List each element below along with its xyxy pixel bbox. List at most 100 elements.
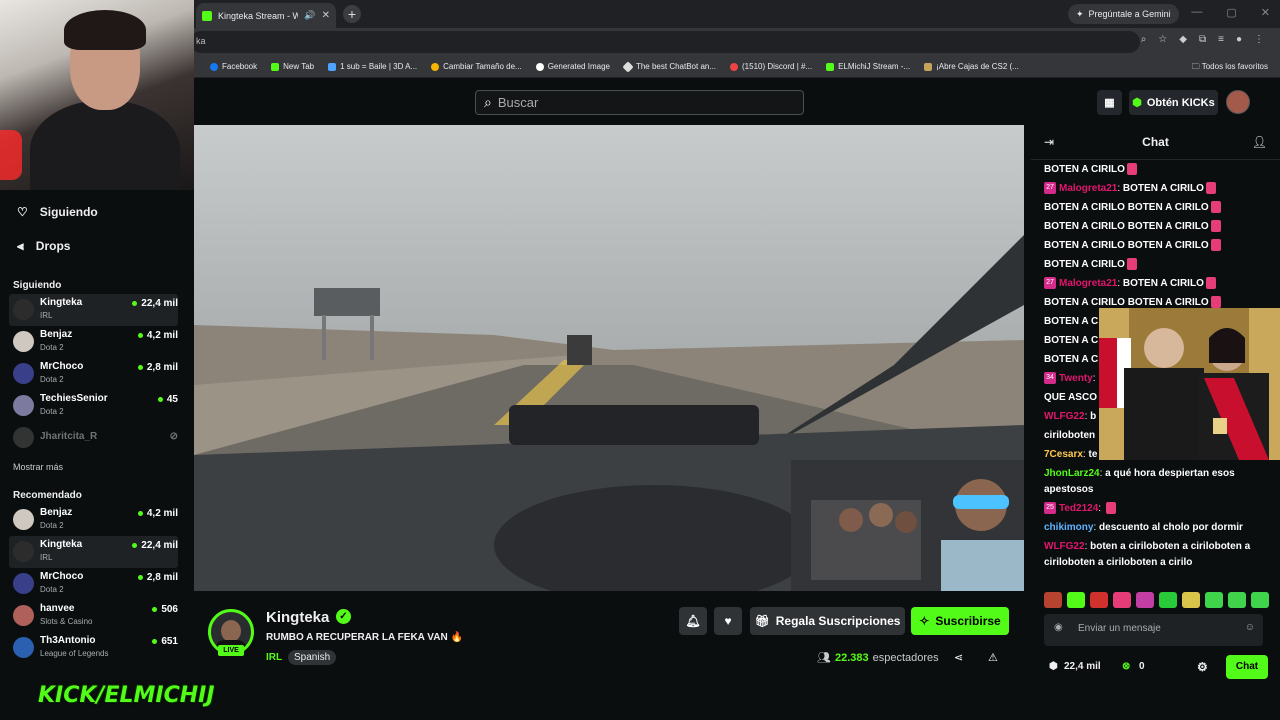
channel-item-jharitcita[interactable]: Jharitcita_R ⊘ bbox=[9, 422, 178, 454]
gemini-label: Pregúntale a Gemini bbox=[1088, 9, 1171, 19]
notifications-button[interactable]: 🔔︎ bbox=[679, 607, 707, 635]
browse-button[interactable]: ▦ bbox=[1097, 90, 1122, 115]
emote-icon[interactable] bbox=[1044, 592, 1062, 608]
emote-icon bbox=[1210, 201, 1221, 214]
viewer-count: 651 bbox=[152, 636, 178, 647]
channel-category: Dota 2 bbox=[40, 407, 64, 416]
category-link[interactable]: IRL bbox=[266, 652, 282, 663]
channel-item-techiessenior[interactable]: TechiesSenior Dota 2 45 bbox=[9, 390, 178, 422]
emote-icon[interactable] bbox=[1182, 592, 1200, 608]
chat-username[interactable]: Twenty bbox=[1059, 373, 1093, 384]
sub-badge: 34 bbox=[1044, 372, 1056, 385]
chat-username[interactable]: Malogreta21 bbox=[1059, 278, 1117, 289]
channel-name: hanvee bbox=[40, 603, 75, 614]
bookmark-icon bbox=[328, 62, 337, 71]
emote-icon[interactable] bbox=[1136, 592, 1154, 608]
settings-icon[interactable]: ⚙ bbox=[1197, 660, 1208, 674]
emote-icon[interactable] bbox=[1251, 592, 1269, 608]
rec-item-hanvee[interactable]: hanvee Slots & Casino 506 bbox=[9, 600, 178, 632]
zoom-icon[interactable]: ⌕ bbox=[1141, 34, 1147, 45]
chat-username[interactable]: Malogreta21 bbox=[1059, 183, 1117, 194]
chat-username[interactable]: JhonLarz24 bbox=[1044, 468, 1100, 479]
get-kicks-label: Obtén KICKs bbox=[1146, 96, 1215, 109]
show-more-link[interactable]: Mostrar más bbox=[0, 462, 194, 472]
subscribe-label: Suscribirse bbox=[935, 614, 1001, 628]
rec-item-benjaz[interactable]: Benjaz Dota 2 4,2 mil bbox=[9, 504, 178, 536]
new-tab-button[interactable]: + bbox=[343, 5, 361, 23]
sidebar-following-link[interactable]: ♡ Siguiendo bbox=[0, 195, 194, 229]
menu-icon[interactable]: ⋮ bbox=[1254, 34, 1264, 45]
emote-icon[interactable] bbox=[1205, 592, 1223, 608]
close-tab-icon[interactable]: ✕ bbox=[322, 10, 330, 21]
gift-subs-button[interactable]: 🎁︎ Regala Suscripciones bbox=[750, 607, 905, 635]
chat-text: BOTEN A CIRILO bbox=[1122, 278, 1204, 289]
channel-item-mrchoco[interactable]: MrChoco Dota 2 2,8 mil bbox=[9, 358, 178, 390]
report-icon[interactable]: ⚠ bbox=[988, 651, 998, 664]
avatar bbox=[13, 331, 34, 352]
chat-message: BOTEN A CIRILO BOTEN A CIRILO bbox=[1044, 238, 1268, 254]
chat-users-icon[interactable]: 👤︎ bbox=[1252, 135, 1267, 149]
chat-username[interactable]: 7Cesarx bbox=[1044, 449, 1083, 460]
share-icon[interactable]: ⋖ bbox=[954, 651, 963, 664]
bookmark-chatbot[interactable]: The best ChatBot an... bbox=[622, 60, 716, 73]
chat-username[interactable]: WLFG22 bbox=[1044, 541, 1085, 552]
channel-name[interactable]: Kingteka bbox=[266, 609, 329, 626]
rec-item-mrchoco[interactable]: MrChoco Dota 2 2,8 mil bbox=[9, 568, 178, 600]
media-icon[interactable]: ≡ bbox=[1218, 34, 1224, 45]
bookmark-generated-image[interactable]: Generated Image bbox=[535, 62, 610, 71]
all-bookmarks[interactable]: 🗀 Todos los favoritos bbox=[1192, 61, 1268, 75]
puzzle-icon[interactable]: ⧉ bbox=[1199, 34, 1206, 45]
emote-icon[interactable] bbox=[1113, 592, 1131, 608]
gemini-button[interactable]: ✦ Pregúntale a Gemini bbox=[1068, 4, 1179, 24]
viewer-count: 22,4 mil bbox=[132, 540, 178, 551]
emote-icon[interactable] bbox=[1090, 592, 1108, 608]
bookmark-sub-baile[interactable]: 1 sub = Baile | 3D A... bbox=[328, 62, 417, 71]
star-icon[interactable]: ☆ bbox=[1158, 34, 1167, 45]
chat-text: te bbox=[1088, 449, 1098, 460]
subscribe-button[interactable]: ✧ Suscribirse bbox=[911, 607, 1009, 635]
bookmark-cambiar-tamano[interactable]: Cambiar Tamaño de... bbox=[431, 62, 522, 71]
live-dot-icon bbox=[132, 543, 138, 548]
offline-icon: ⊘ bbox=[169, 431, 178, 442]
bookmark-icon bbox=[622, 60, 634, 73]
emote-icon[interactable] bbox=[1228, 592, 1246, 608]
user-avatar[interactable] bbox=[1226, 90, 1250, 114]
rec-item-kingteka[interactable]: Kingteka IRL 22,4 mil bbox=[9, 536, 178, 568]
search-input[interactable]: ⌕ Buscar bbox=[475, 90, 804, 115]
bookmark-facebook[interactable]: Facebook bbox=[210, 62, 257, 71]
browser-tab[interactable]: Kingteka Stream - Watch Li... 🔊 ✕ bbox=[196, 3, 336, 28]
bookmark-new-tab[interactable]: New Tab bbox=[271, 62, 314, 71]
emoji-icon[interactable]: ☺ bbox=[1245, 622, 1255, 633]
minimize-icon[interactable]: — bbox=[1191, 6, 1202, 19]
chat-username[interactable]: chikimony bbox=[1044, 522, 1093, 533]
bookmark-discord[interactable]: (1510) Discord | #... bbox=[730, 62, 812, 71]
gift-subs-label: Regala Suscripciones bbox=[775, 614, 901, 628]
url-field[interactable]: ka bbox=[190, 31, 1140, 53]
get-kicks-button[interactable]: ⬢ Obtén KICKs bbox=[1129, 90, 1218, 115]
chat-settings-icon: ◉ bbox=[1054, 622, 1063, 633]
chat-text: BOTEN A C bbox=[1044, 316, 1099, 327]
emote-icon bbox=[1126, 258, 1137, 271]
chat-input[interactable]: ◉ Enviar un mensaje ☺ bbox=[1044, 614, 1263, 646]
sidebar-drops-link[interactable]: ⫷ Drops bbox=[0, 229, 194, 263]
bookmark-cs2[interactable]: ¡Abre Cajas de CS2 (... bbox=[924, 62, 1019, 71]
sub-badge: 27 bbox=[1044, 182, 1056, 195]
emote-icon[interactable] bbox=[1159, 592, 1177, 608]
chat-username[interactable]: Ted2124 bbox=[1059, 503, 1098, 514]
bookmark-elmichij[interactable]: ELMichiJ Stream -... bbox=[826, 62, 910, 71]
maximize-icon[interactable]: ▢ bbox=[1226, 6, 1236, 19]
follow-button[interactable]: ♥ bbox=[714, 607, 742, 635]
chat-username[interactable]: WLFG22 bbox=[1044, 411, 1085, 422]
language-tag[interactable]: Spanish bbox=[288, 650, 337, 665]
gift-icon: 🎁︎ bbox=[754, 614, 770, 628]
channel-item-benjaz[interactable]: Benjaz Dota 2 4,2 mil bbox=[9, 326, 178, 358]
audio-icon[interactable]: 🔊 bbox=[304, 10, 315, 21]
profile-icon[interactable]: ● bbox=[1236, 34, 1242, 45]
close-window-icon[interactable]: ✕ bbox=[1261, 6, 1270, 19]
extension-icon[interactable]: ◆ bbox=[1179, 34, 1187, 45]
rec-item-th3antonio[interactable]: Th3Antonio League of Legends 651 bbox=[9, 632, 178, 664]
send-chat-button[interactable]: Chat bbox=[1226, 655, 1268, 679]
emote-icon[interactable] bbox=[1067, 592, 1085, 608]
webcam-person-body bbox=[30, 100, 180, 190]
channel-item-kingteka[interactable]: Kingteka IRL 22,4 mil bbox=[9, 294, 178, 326]
